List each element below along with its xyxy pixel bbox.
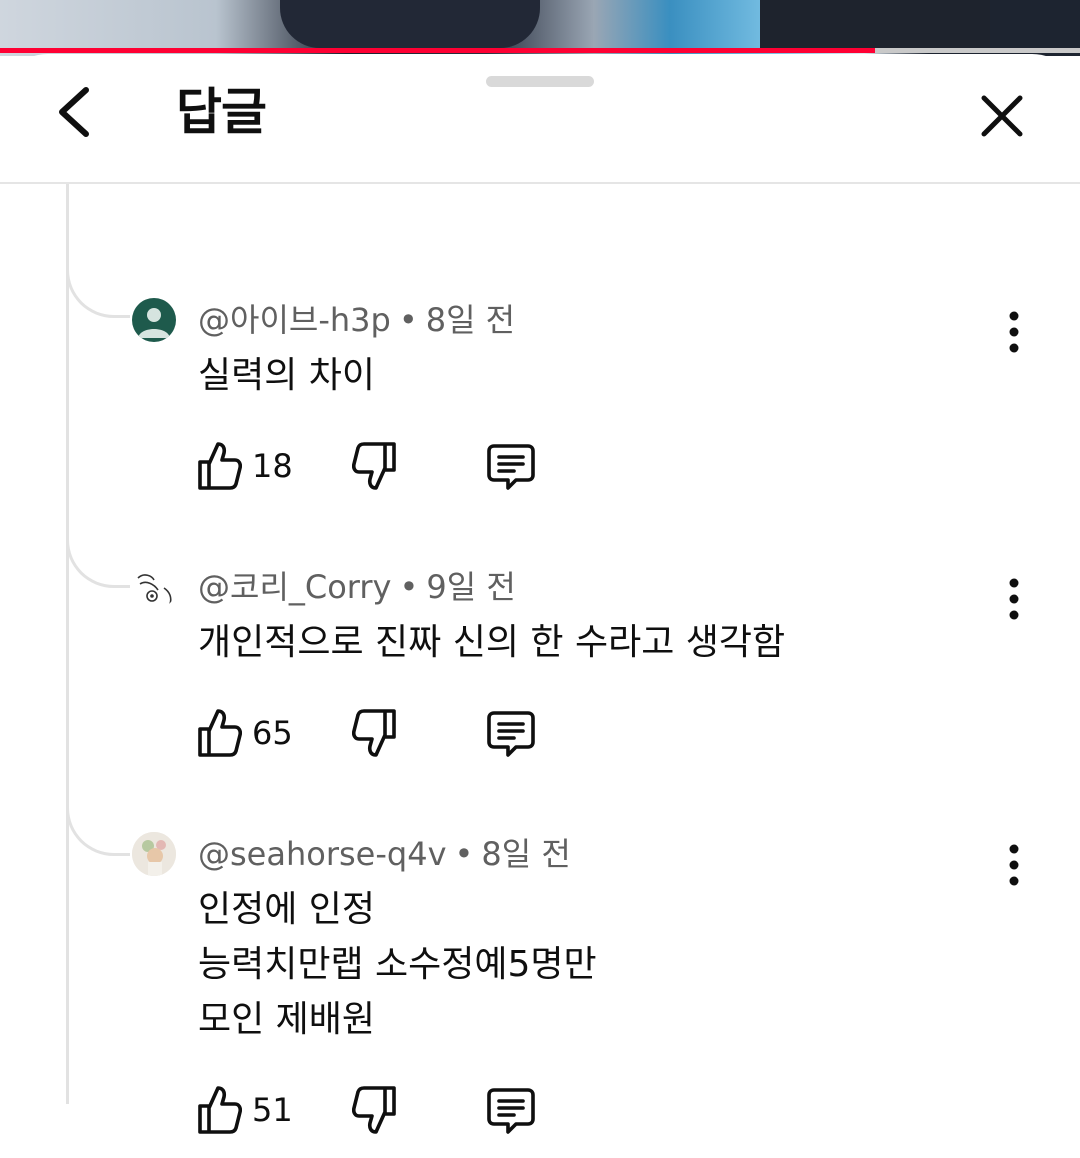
sheet-title: 답글 [176, 83, 267, 141]
thumbs-up-icon [198, 709, 243, 757]
more-options-button[interactable] [994, 304, 1034, 360]
more-vertical-icon [1009, 844, 1019, 886]
avatar[interactable] [132, 566, 176, 610]
reply-time: 8일 전 [425, 301, 516, 339]
more-options-button[interactable] [994, 571, 1034, 627]
thumbs-up-icon [198, 442, 243, 490]
sheet-header [0, 60, 1080, 184]
more-vertical-icon [1009, 578, 1019, 620]
comment-icon [487, 1088, 535, 1134]
video-frame-figure [280, 0, 540, 48]
reply-button[interactable] [486, 1084, 536, 1136]
dislike-button[interactable] [351, 1084, 398, 1136]
avatar[interactable] [132, 298, 176, 342]
more-options-button[interactable] [994, 837, 1034, 893]
dislike-button[interactable] [351, 707, 398, 759]
reply-button[interactable] [486, 707, 536, 759]
dislike-button[interactable] [351, 440, 398, 492]
reply-meta: @코리_Corry • 9일 전 [198, 567, 516, 607]
reply-meta: @아이브-h3p • 8일 전 [198, 300, 515, 340]
reply-time: 8일 전 [481, 835, 571, 873]
thumbs-down-icon [351, 442, 396, 490]
like-count: 51 [252, 1091, 293, 1129]
thumbs-down-icon [351, 709, 396, 757]
like-button[interactable] [196, 440, 243, 492]
close-button[interactable] [972, 86, 1032, 146]
meta-separator: • [398, 301, 418, 339]
video-frame-shape [760, 0, 990, 48]
meta-separator: • [454, 835, 474, 873]
video-progress-bar[interactable] [0, 48, 1080, 53]
like-count: 65 [252, 714, 293, 752]
reply-button[interactable] [486, 440, 536, 492]
like-button[interactable] [196, 1084, 243, 1136]
avatar-photo-icon [132, 832, 176, 876]
default-avatar-icon [138, 308, 170, 338]
comment-icon [487, 711, 535, 757]
more-vertical-icon [1009, 311, 1019, 353]
like-count: 18 [252, 447, 293, 485]
comment-icon [487, 444, 535, 490]
meta-separator: • [399, 568, 419, 606]
reply-time: 9일 전 [426, 568, 516, 606]
reply-text: 인정에 인정 능력치만랩 소수정예5명만 모인 제배원 [198, 889, 597, 1040]
thread-line [66, 184, 69, 1104]
author-name[interactable]: @seahorse-q4v [198, 835, 447, 873]
thumbs-up-icon [198, 1086, 243, 1134]
video-player-strip[interactable] [0, 0, 1080, 56]
reply-text: 개인적으로 진짜 신의 한 수라고 생각함 [198, 622, 786, 663]
thumbs-down-icon [351, 1086, 396, 1134]
close-icon [981, 95, 1023, 137]
like-button[interactable] [196, 707, 243, 759]
chevron-left-icon [59, 87, 89, 137]
video-progress-fill [0, 48, 875, 53]
author-name[interactable]: @아이브-h3p [198, 301, 391, 339]
back-button[interactable] [46, 82, 106, 142]
avatar-doodle-icon [137, 574, 172, 605]
author-name[interactable]: @코리_Corry [198, 568, 392, 606]
reply-text: 실력의 차이 [198, 355, 376, 396]
avatar[interactable] [132, 832, 176, 876]
reply-meta: @seahorse-q4v • 8일 전 [198, 834, 571, 874]
